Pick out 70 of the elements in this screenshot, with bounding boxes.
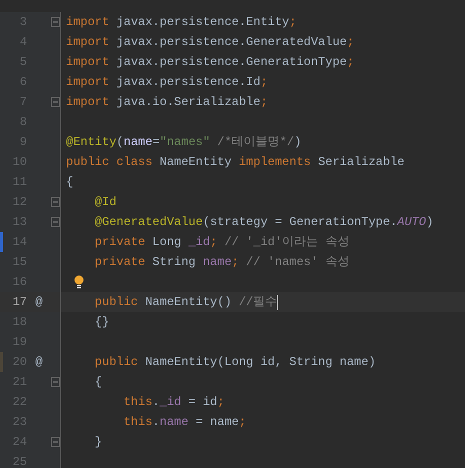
line-number: 17	[12, 294, 27, 311]
code-token: .	[152, 414, 160, 431]
code-token: public class	[66, 154, 154, 171]
code-token: NameEntity	[160, 154, 233, 171]
code-token: java.io.Serializable	[116, 94, 260, 111]
fold-icon[interactable]	[51, 377, 60, 387]
code-token: name	[124, 134, 152, 151]
code-token: NameEntity(Long id, String name)	[145, 354, 376, 371]
code-token: ;	[346, 34, 354, 51]
code-token: = id	[187, 394, 218, 411]
code-token: //필수	[238, 294, 278, 311]
code-token: )	[426, 214, 434, 231]
code-token: import	[66, 14, 110, 31]
code-token: }	[94, 434, 102, 451]
code-token: ;	[260, 74, 268, 91]
code-token: = name	[194, 414, 239, 431]
code-token: Serializable	[318, 154, 404, 171]
code-token: import	[66, 94, 110, 111]
code-token: public	[94, 294, 140, 311]
code-token: ;	[260, 94, 268, 111]
code-token: import	[66, 54, 110, 71]
code-token: .	[152, 394, 160, 411]
code-token: javax.persistence.GenerationType	[116, 54, 347, 71]
code-token: =	[152, 134, 160, 151]
code-token: import	[66, 74, 110, 91]
code-token: this	[122, 394, 152, 411]
lightbulb-icon[interactable]	[74, 275, 84, 289]
code-token: (	[116, 134, 124, 151]
code-token: public	[94, 354, 140, 371]
fold-icon[interactable]	[51, 217, 60, 227]
code-token: implements	[238, 154, 312, 171]
fold-icon[interactable]	[51, 97, 60, 107]
code-token: ;	[210, 234, 218, 251]
code-token: // '_id'이라는 속성	[223, 234, 350, 251]
fold-icon[interactable]	[51, 197, 60, 207]
code-token: ;	[217, 394, 224, 411]
code-token: {}	[94, 314, 110, 331]
code-token: private	[94, 234, 146, 251]
code-token: javax.persistence.Id	[116, 74, 260, 91]
override-marker[interactable]: @	[35, 293, 43, 311]
fold-icon[interactable]	[51, 17, 60, 27]
code-token: ;	[289, 14, 296, 31]
code-token: javax.persistence.GeneratedValue	[116, 34, 347, 51]
code-token: _id	[160, 394, 182, 411]
code-token: @Id	[94, 194, 116, 211]
code-token: /*테이블명*/	[216, 134, 294, 151]
code-token: this	[122, 414, 152, 431]
code-token: import	[66, 34, 110, 51]
code-token: {	[94, 374, 102, 391]
code-token: {	[66, 174, 74, 191]
code-token: (strategy = GenerationType.	[202, 214, 398, 231]
code-token: private	[94, 254, 146, 271]
code-token: @GeneratedValue	[94, 214, 203, 231]
code-token: ;	[238, 414, 246, 431]
code-token: // 'names' 속성	[245, 254, 350, 271]
code-token: name	[160, 414, 188, 431]
code-token: @Entity	[66, 134, 116, 151]
code-token: )	[294, 134, 302, 151]
code-token: "names"	[160, 134, 210, 151]
code-token: javax.persistence.Entity	[116, 14, 290, 31]
code-token: AUTO	[397, 214, 426, 231]
code-token: Long	[152, 234, 182, 251]
code-token: _id	[188, 234, 210, 251]
code-token: String	[152, 254, 197, 271]
code-token: ;	[232, 254, 239, 271]
code-token: NameEntity()	[145, 294, 233, 311]
code-token: name	[202, 254, 232, 271]
fold-icon[interactable]	[51, 437, 60, 447]
override-marker[interactable]: @	[35, 353, 43, 371]
code-token: ;	[346, 54, 354, 71]
